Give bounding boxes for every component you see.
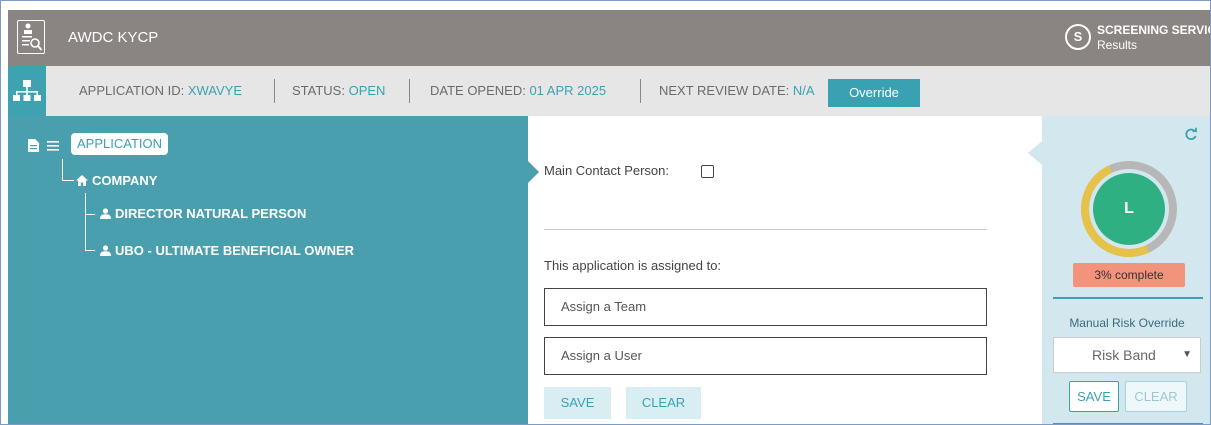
application-info-bar: APPLICATION ID: XWAVYE STATUS: OPEN DATE…	[8, 66, 1210, 116]
tree-node-ubo[interactable]: UBO - ULTIMATE BENEFICIAL OWNER	[100, 243, 354, 258]
completion-badge: 3% complete	[1073, 263, 1185, 287]
app-title: AWDC KYCP	[68, 29, 159, 46]
document-search-icon[interactable]	[17, 20, 45, 54]
tree-node-application[interactable]: APPLICATION	[71, 133, 169, 155]
menu-icon[interactable]	[47, 140, 59, 151]
screening-service-title[interactable]: SCREENING SERVIC	[1097, 23, 1210, 37]
assign-user-field[interactable]: Assign a User	[544, 337, 987, 375]
risk-grade: L	[1093, 173, 1165, 245]
document-icon[interactable]	[28, 139, 40, 152]
screening-s-icon[interactable]: S	[1065, 24, 1091, 50]
tree-node-company-label: COMPANY	[92, 173, 158, 188]
risk-band-select[interactable]: Risk Band ▼	[1053, 337, 1201, 373]
tree-node-director[interactable]: DIRECTOR NATURAL PERSON	[100, 206, 306, 221]
org-tree-toggle[interactable]	[8, 66, 46, 116]
divider	[274, 79, 275, 103]
application-id: APPLICATION ID: XWAVYE	[79, 66, 242, 116]
org-tree-icon	[13, 80, 41, 101]
tree-node-ubo-label: UBO - ULTIMATE BENEFICIAL OWNER	[115, 243, 355, 258]
application-tree-panel: APPLICATION COMPANY DIRECTOR NATURAL PER…	[8, 116, 528, 424]
tree-node-director-label: DIRECTOR NATURAL PERSON	[115, 206, 307, 221]
refresh-icon[interactable]	[1184, 127, 1198, 141]
risk-band-placeholder: Risk Band	[1092, 347, 1156, 363]
screening-service-subtitle[interactable]: Results	[1097, 38, 1137, 52]
date-opened-label: DATE OPENED:	[430, 83, 530, 98]
divider	[409, 79, 410, 103]
risk-save-button[interactable]: SAVE	[1069, 381, 1119, 412]
next-review-value: N/A	[792, 83, 815, 98]
application-id-value: XWAVYE	[187, 83, 243, 98]
person-icon	[100, 208, 111, 219]
application-id-label: APPLICATION ID:	[79, 83, 188, 98]
tree-connector	[62, 159, 74, 181]
assigned-to-label: This application is assigned to:	[544, 258, 722, 273]
clear-button[interactable]: CLEAR	[626, 387, 701, 419]
manual-risk-override-label: Manual Risk Override	[1069, 316, 1185, 330]
date-opened-value: 01 APR 2025	[529, 83, 607, 98]
tree-node-company[interactable]: COMPANY	[76, 173, 157, 188]
chevron-down-icon: ▼	[1182, 349, 1192, 360]
main-contact-checkbox[interactable]	[701, 165, 714, 178]
status-label: STATUS:	[292, 83, 349, 98]
save-button[interactable]: SAVE	[544, 387, 611, 419]
override-button[interactable]: Override	[828, 79, 920, 107]
risk-clear-button[interactable]: CLEAR	[1125, 381, 1187, 412]
date-opened: DATE OPENED: 01 APR 2025	[430, 66, 606, 116]
app-header: AWDC KYCP S SCREENING SERVIC Results	[8, 10, 1210, 66]
divider	[640, 79, 641, 103]
application-status: STATUS: OPEN	[292, 66, 385, 116]
risk-divider	[1053, 297, 1203, 299]
status-value: OPEN	[348, 83, 386, 98]
selection-pointer	[528, 161, 539, 183]
home-icon	[76, 175, 88, 186]
assign-team-field[interactable]: Assign a Team	[544, 288, 987, 326]
main-contact-label: Main Contact Person:	[544, 163, 670, 178]
tree-connector	[85, 193, 95, 215]
next-review-date: NEXT REVIEW DATE: N/A	[659, 66, 815, 116]
app-window: AWDC KYCP S SCREENING SERVIC Results APP…	[0, 0, 1211, 425]
risk-panel-notch	[1028, 141, 1042, 165]
form-divider	[544, 229, 987, 230]
tree-connector	[85, 215, 95, 251]
next-review-label: NEXT REVIEW DATE:	[659, 83, 793, 98]
person-icon	[100, 245, 111, 256]
